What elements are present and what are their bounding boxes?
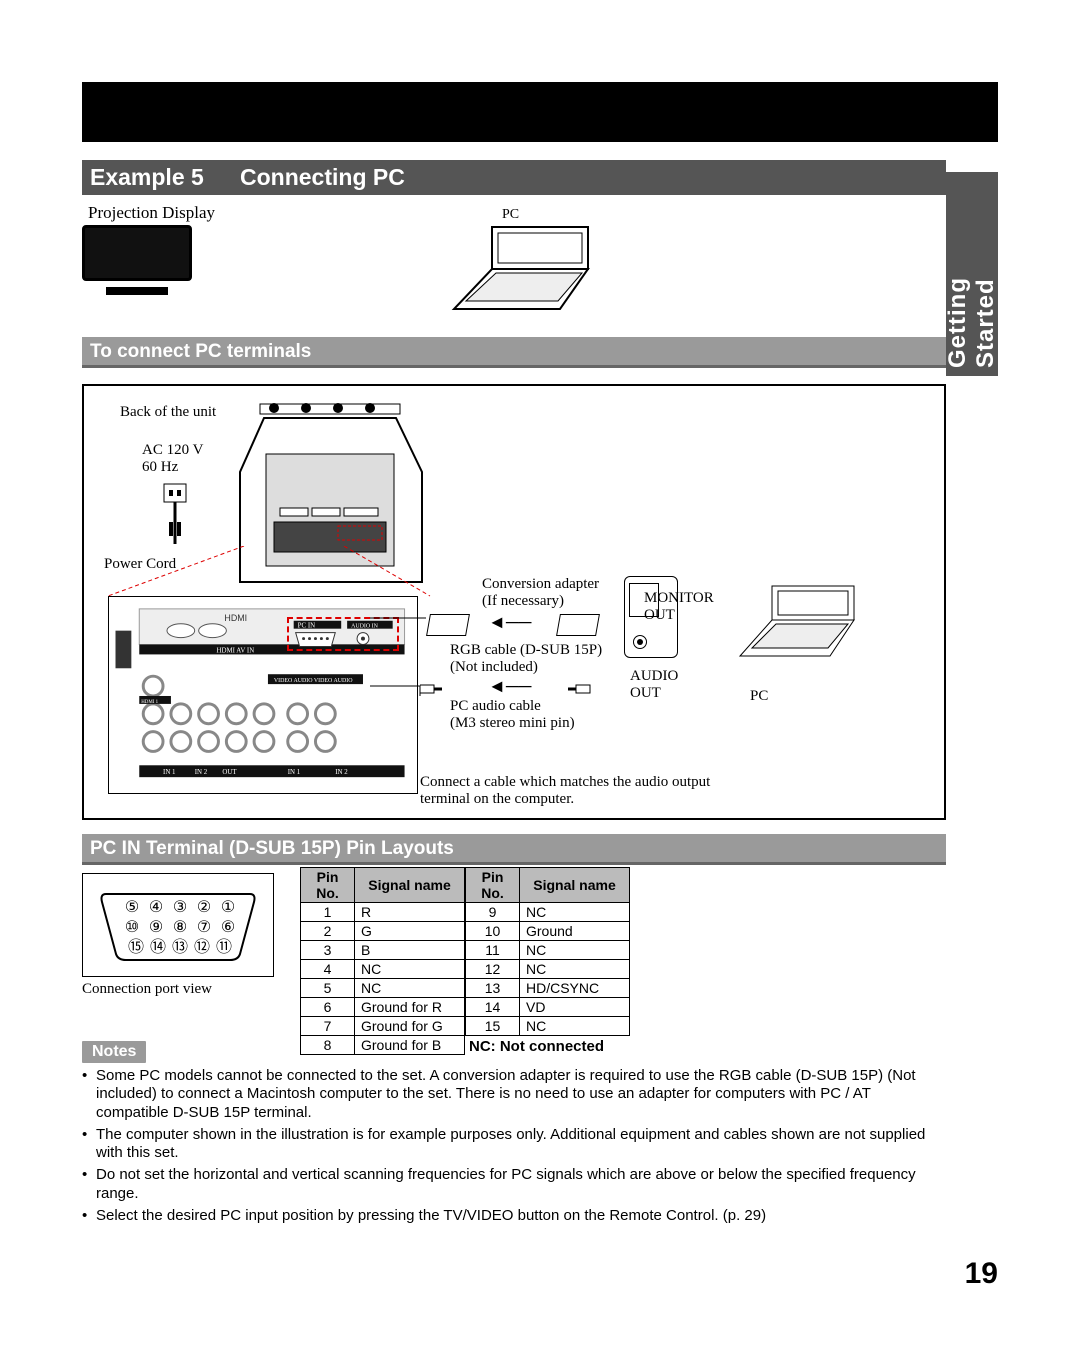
- svg-text:⑤: ⑤: [125, 899, 139, 916]
- projection-display-icon: [82, 225, 192, 295]
- list-item: The computer shown in the illustration i…: [82, 1126, 946, 1163]
- table-row: 1R: [301, 903, 465, 922]
- svg-text:②: ②: [197, 899, 211, 916]
- svg-text:①: ①: [221, 899, 235, 916]
- port-caption: Connection port view: [82, 981, 212, 998]
- notes-heading: Notes: [82, 1041, 146, 1063]
- table-row: 5NC: [301, 979, 465, 998]
- table-row: 4NC: [301, 960, 465, 979]
- pin-layout-area: ⑤ ④ ③ ② ① ⑩ ⑨ ⑧ ⑦ ⑥ ⑮ ⑭ ⑬ ⑫ ⑪ Conne: [82, 873, 946, 1037]
- table-row: 15NC: [466, 1017, 630, 1036]
- pin-col-header: Pin No.: [466, 868, 520, 903]
- audio-match-note: Connect a cable which matches the audio …: [420, 774, 710, 808]
- svg-text:IN 2: IN 2: [335, 769, 348, 776]
- subsection-connect-pc-terminals-label: To connect PC terminals: [90, 341, 311, 362]
- illustration-row: Projection Display PC: [82, 203, 946, 323]
- side-tab-label: Getting Started: [952, 180, 992, 368]
- subsection-connect-pc-terminals: To connect PC terminals: [82, 337, 946, 368]
- table-row: 12NC: [466, 960, 630, 979]
- svg-text:IN 1: IN 1: [163, 769, 176, 776]
- svg-text:HDMI AV IN: HDMI AV IN: [216, 647, 254, 654]
- table-row: 14VD: [466, 998, 630, 1017]
- laptop-icon: [432, 223, 602, 313]
- table-row: 6Ground for R: [301, 998, 465, 1017]
- section-title-bar: Example 5 Connecting PC: [82, 160, 946, 195]
- svg-text:⑬: ⑬: [172, 938, 188, 956]
- table-row: 10Ground: [466, 922, 630, 941]
- nc-note: NC: Not connected: [469, 1038, 630, 1055]
- back-of-unit-label: Back of the unit: [120, 404, 216, 421]
- list-item: Do not set the horizontal and vertical s…: [82, 1166, 946, 1203]
- svg-text:VIDEO AUDIO VIDEO AUDIO: VIDEO AUDIO VIDEO AUDIO: [274, 678, 353, 684]
- subsection-pin-layouts: PC IN Terminal (D-SUB 15P) Pin Layouts: [82, 834, 946, 865]
- subsection-pin-layouts-label: PC IN Terminal (D-SUB 15P) Pin Layouts: [90, 838, 454, 859]
- svg-text:IN 2: IN 2: [195, 769, 208, 776]
- pc-label-2: PC: [750, 688, 768, 705]
- svg-text:HDMI: HDMI: [224, 613, 247, 623]
- arrow-left-icon: ◄──: [488, 676, 531, 697]
- pc-label: PC: [502, 207, 519, 223]
- projection-display-label: Projection Display: [88, 203, 215, 223]
- power-plug-icon: [162, 482, 188, 550]
- svg-text:⑦: ⑦: [197, 919, 211, 936]
- list-item: Select the desired PC input position by …: [82, 1207, 946, 1225]
- leader-lines: [370, 616, 430, 696]
- svg-text:HDMI 1: HDMI 1: [141, 700, 158, 705]
- rgb-cable-label: RGB cable (D-SUB 15P) (Not included): [450, 642, 602, 676]
- table-row: 9NC: [466, 903, 630, 922]
- svg-text:⑩: ⑩: [125, 919, 139, 936]
- dsub-port-diagram: ⑤ ④ ③ ② ① ⑩ ⑨ ⑧ ⑦ ⑥ ⑮ ⑭ ⑬ ⑫ ⑪: [82, 873, 274, 977]
- ac-label: AC 120 V 60 Hz: [142, 442, 203, 476]
- svg-text:⑮: ⑮: [128, 938, 144, 956]
- vga-connector-icon: [426, 614, 470, 636]
- svg-text:⑥: ⑥: [221, 919, 235, 936]
- table-row: 2G: [301, 922, 465, 941]
- table-row: 3B: [301, 941, 465, 960]
- svg-text:⑨: ⑨: [149, 919, 163, 936]
- arrow-left-icon: ◄──: [488, 612, 531, 633]
- signal-col-header: Signal name: [355, 868, 465, 903]
- svg-text:⑫: ⑫: [194, 938, 210, 956]
- table-row: 8Ground for B: [301, 1036, 465, 1055]
- list-item: Some PC models cannot be connected to th…: [82, 1067, 946, 1122]
- vga-connector-icon: [556, 614, 600, 636]
- table-row: 7Ground for G: [301, 1017, 465, 1036]
- svg-text:OUT: OUT: [222, 769, 237, 776]
- svg-text:④: ④: [149, 899, 163, 916]
- conversion-adapter-label: Conversion adapter (If necessary): [482, 576, 599, 610]
- pc-audio-cable-label: PC audio cable (M3 stereo mini pin): [450, 698, 575, 732]
- audio-jack-icon: [568, 682, 592, 696]
- pin-col-header: Pin No.: [301, 868, 355, 903]
- example-number: Example 5: [90, 164, 240, 191]
- audio-out-label: AUDIO OUT: [630, 668, 678, 702]
- svg-text:⑧: ⑧: [173, 919, 187, 936]
- laptop-icon: [726, 582, 864, 662]
- pc-ports-icon: [624, 576, 678, 658]
- page-number: 19: [965, 1257, 998, 1291]
- svg-text:IN 1: IN 1: [288, 769, 301, 776]
- table-row: 13HD/CSYNC: [466, 979, 630, 998]
- table-row: 11NC: [466, 941, 630, 960]
- svg-text:⑭: ⑭: [150, 938, 166, 956]
- pin-table-left: Pin No. Signal name 1R 2G 3B 4NC 5NC 6Gr…: [300, 867, 465, 1055]
- notes-list: Some PC models cannot be connected to th…: [82, 1067, 946, 1225]
- top-black-band: [82, 82, 998, 142]
- signal-col-header: Signal name: [520, 868, 630, 903]
- pin-table-right: Pin No. Signal name 9NC 10Ground 11NC 12…: [465, 867, 630, 1036]
- connection-diagram: Back of the unit AC 120 V 60 Hz Power Co…: [82, 384, 946, 820]
- svg-text:⑪: ⑪: [216, 938, 232, 956]
- example-name: Connecting PC: [240, 164, 405, 191]
- svg-text:③: ③: [173, 899, 187, 916]
